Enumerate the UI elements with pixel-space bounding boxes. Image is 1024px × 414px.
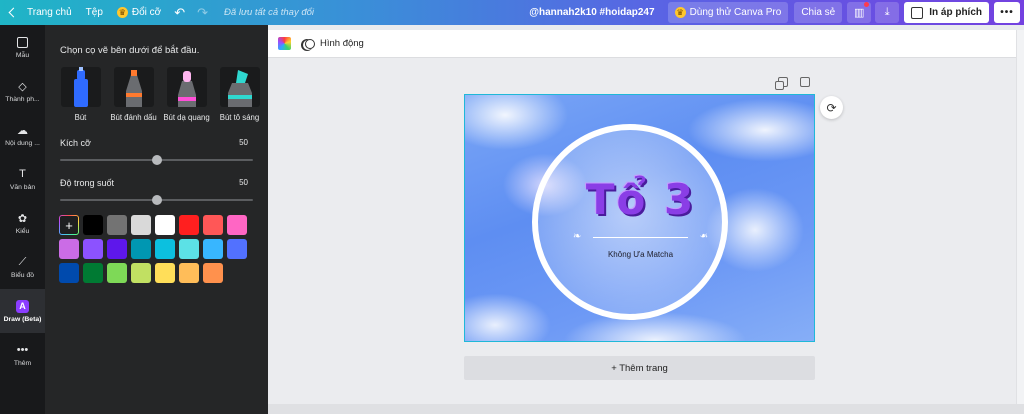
color-swatch[interactable]: [155, 263, 175, 283]
horizontal-scrollbar[interactable]: [268, 404, 1024, 414]
upload-icon: ☁: [17, 124, 28, 137]
opacity-label: Độ trong suốt: [60, 178, 115, 188]
vertical-scrollbar[interactable]: [1016, 30, 1024, 404]
animation-icon: [305, 38, 315, 49]
download-icon: ⤓: [884, 6, 890, 18]
opacity-slider-handle[interactable]: [151, 195, 162, 205]
refresh-icon[interactable]: ⟳: [820, 96, 843, 119]
leaf-divider[interactable]: ❧ ❧: [573, 231, 708, 243]
page-tools: [775, 77, 810, 90]
context-toolbar: Hình động: [268, 30, 1016, 58]
redo-icon[interactable]: ↷: [191, 0, 214, 25]
color-swatch[interactable]: [227, 239, 247, 259]
draw-icon: A: [16, 299, 29, 313]
add-page-button[interactable]: + Thêm trang: [464, 356, 815, 380]
rail-item-uploads[interactable]: ☁ Nội dung ...: [0, 113, 45, 157]
color-swatch[interactable]: [131, 215, 151, 235]
try-pro-button[interactable]: ♛ Dùng thử Canva Pro: [667, 2, 789, 23]
color-swatch[interactable]: [155, 239, 175, 259]
top-bar: Trang chủ Tệp ♛ Đổi cỡ ↶ ↷ Đã lưu tất cả…: [0, 0, 1024, 25]
opacity-slider[interactable]: [60, 195, 253, 205]
pen-option-glow[interactable]: Bút dạ quang: [163, 67, 210, 122]
color-swatch[interactable]: [179, 215, 199, 235]
color-swatch[interactable]: [107, 239, 127, 259]
pen-option-pen[interactable]: Bút: [59, 67, 102, 122]
template-icon: [16, 36, 29, 49]
add-page-icon[interactable]: [800, 77, 810, 87]
color-swatch[interactable]: [203, 239, 223, 259]
side-rail: Mẫu ◇ Thành ph... ☁ Nội dung ... T Văn b…: [0, 25, 45, 414]
print-poster-button[interactable]: In áp phích: [904, 2, 989, 23]
print-icon: [911, 6, 924, 19]
crown-icon: ♛: [674, 7, 686, 18]
color-swatch[interactable]: [83, 215, 103, 235]
undo-icon[interactable]: ↶: [168, 0, 191, 25]
opacity-value[interactable]: 50: [239, 178, 248, 187]
rail-item-templates[interactable]: Mẫu: [0, 25, 45, 69]
color-swatch[interactable]: [83, 263, 103, 283]
duplicate-page-icon[interactable]: [775, 77, 788, 90]
color-swatch[interactable]: [59, 239, 79, 259]
crown-icon: ♛: [116, 7, 128, 18]
insights-button[interactable]: ▥: [847, 2, 872, 23]
save-status: Đã lưu tất cả thay đổi: [224, 7, 315, 18]
more-icon: •••: [16, 344, 29, 356]
color-swatches: +: [59, 215, 247, 283]
text-icon: T: [19, 168, 26, 180]
pen-icon: [60, 67, 101, 107]
rail-item-styles[interactable]: ✿ Kiểu: [0, 201, 45, 245]
rail-item-elements[interactable]: ◇ Thành ph...: [0, 69, 45, 113]
elements-icon: ◇: [18, 80, 27, 93]
draw-panel: Chọn cọ vẽ bên dưới để bắt đầu. Bút Bút: [45, 25, 268, 414]
color-swatch[interactable]: [179, 263, 199, 283]
leaf-left-icon: ❧: [573, 231, 582, 242]
share-button[interactable]: Chia sẻ: [794, 2, 843, 23]
panel-intro: Chọn cọ vẽ bên dưới để bắt đầu.: [60, 45, 200, 56]
color-swatch[interactable]: [131, 239, 151, 259]
highlighter-icon: [219, 67, 260, 107]
size-slider[interactable]: [60, 155, 253, 165]
color-swatch[interactable]: [227, 215, 247, 235]
color-swatch[interactable]: [131, 263, 151, 283]
color-swatch[interactable]: [203, 215, 223, 235]
color-swatch[interactable]: [107, 263, 127, 283]
animate-button[interactable]: Hình động: [305, 38, 364, 49]
color-swatch[interactable]: [155, 215, 175, 235]
size-value[interactable]: 50: [239, 138, 248, 147]
size-label: Kích cỡ: [60, 138, 91, 148]
color-swatch[interactable]: [179, 239, 199, 259]
bar-chart-icon: ▥: [854, 7, 865, 19]
rail-item-more[interactable]: ••• Thêm: [0, 333, 45, 377]
notification-dot: [864, 2, 870, 7]
pen-option-marker[interactable]: Bút đánh dấu: [110, 67, 157, 122]
size-slider-handle[interactable]: [151, 155, 162, 165]
design-canvas[interactable]: Tổ 3 ❧ ❧ Không Ưa Matcha: [464, 94, 815, 342]
color-picker-icon[interactable]: [278, 37, 291, 50]
color-swatch[interactable]: [59, 263, 79, 283]
styles-icon: ✿: [17, 212, 28, 225]
resize-button[interactable]: ♛ Đổi cỡ: [110, 0, 168, 25]
more-options-button[interactable]: •••: [994, 2, 1020, 23]
color-swatch[interactable]: [107, 215, 127, 235]
design-subtitle[interactable]: Không Ưa Matcha: [465, 250, 814, 259]
color-swatch[interactable]: [203, 263, 223, 283]
chevron-left-icon: [8, 7, 19, 18]
pen-option-highlighter[interactable]: Bút tô sáng: [218, 67, 261, 122]
rail-item-draw[interactable]: A Draw (Beta): [0, 289, 45, 333]
leaf-right-icon: ❧: [699, 231, 708, 242]
home-button[interactable]: Trang chủ: [0, 0, 79, 25]
add-color-button[interactable]: +: [59, 215, 79, 235]
file-menu[interactable]: Tệp: [79, 0, 110, 25]
glow-pen-icon: [166, 67, 207, 107]
download-button[interactable]: ⤓: [875, 2, 900, 23]
rail-item-text[interactable]: T Văn bản: [0, 157, 45, 201]
document-title[interactable]: @hannah2k10 #hoidap247: [522, 0, 664, 25]
rail-item-charts[interactable]: ⟋ Biểu đồ: [0, 245, 45, 289]
chart-icon: ⟋: [18, 255, 27, 268]
marker-icon: [113, 67, 154, 107]
design-title[interactable]: Tổ 3: [465, 175, 814, 224]
color-swatch[interactable]: [83, 239, 103, 259]
pen-list: Bút Bút đánh dấu Bút dạ quang Bút tô sán…: [59, 67, 261, 122]
